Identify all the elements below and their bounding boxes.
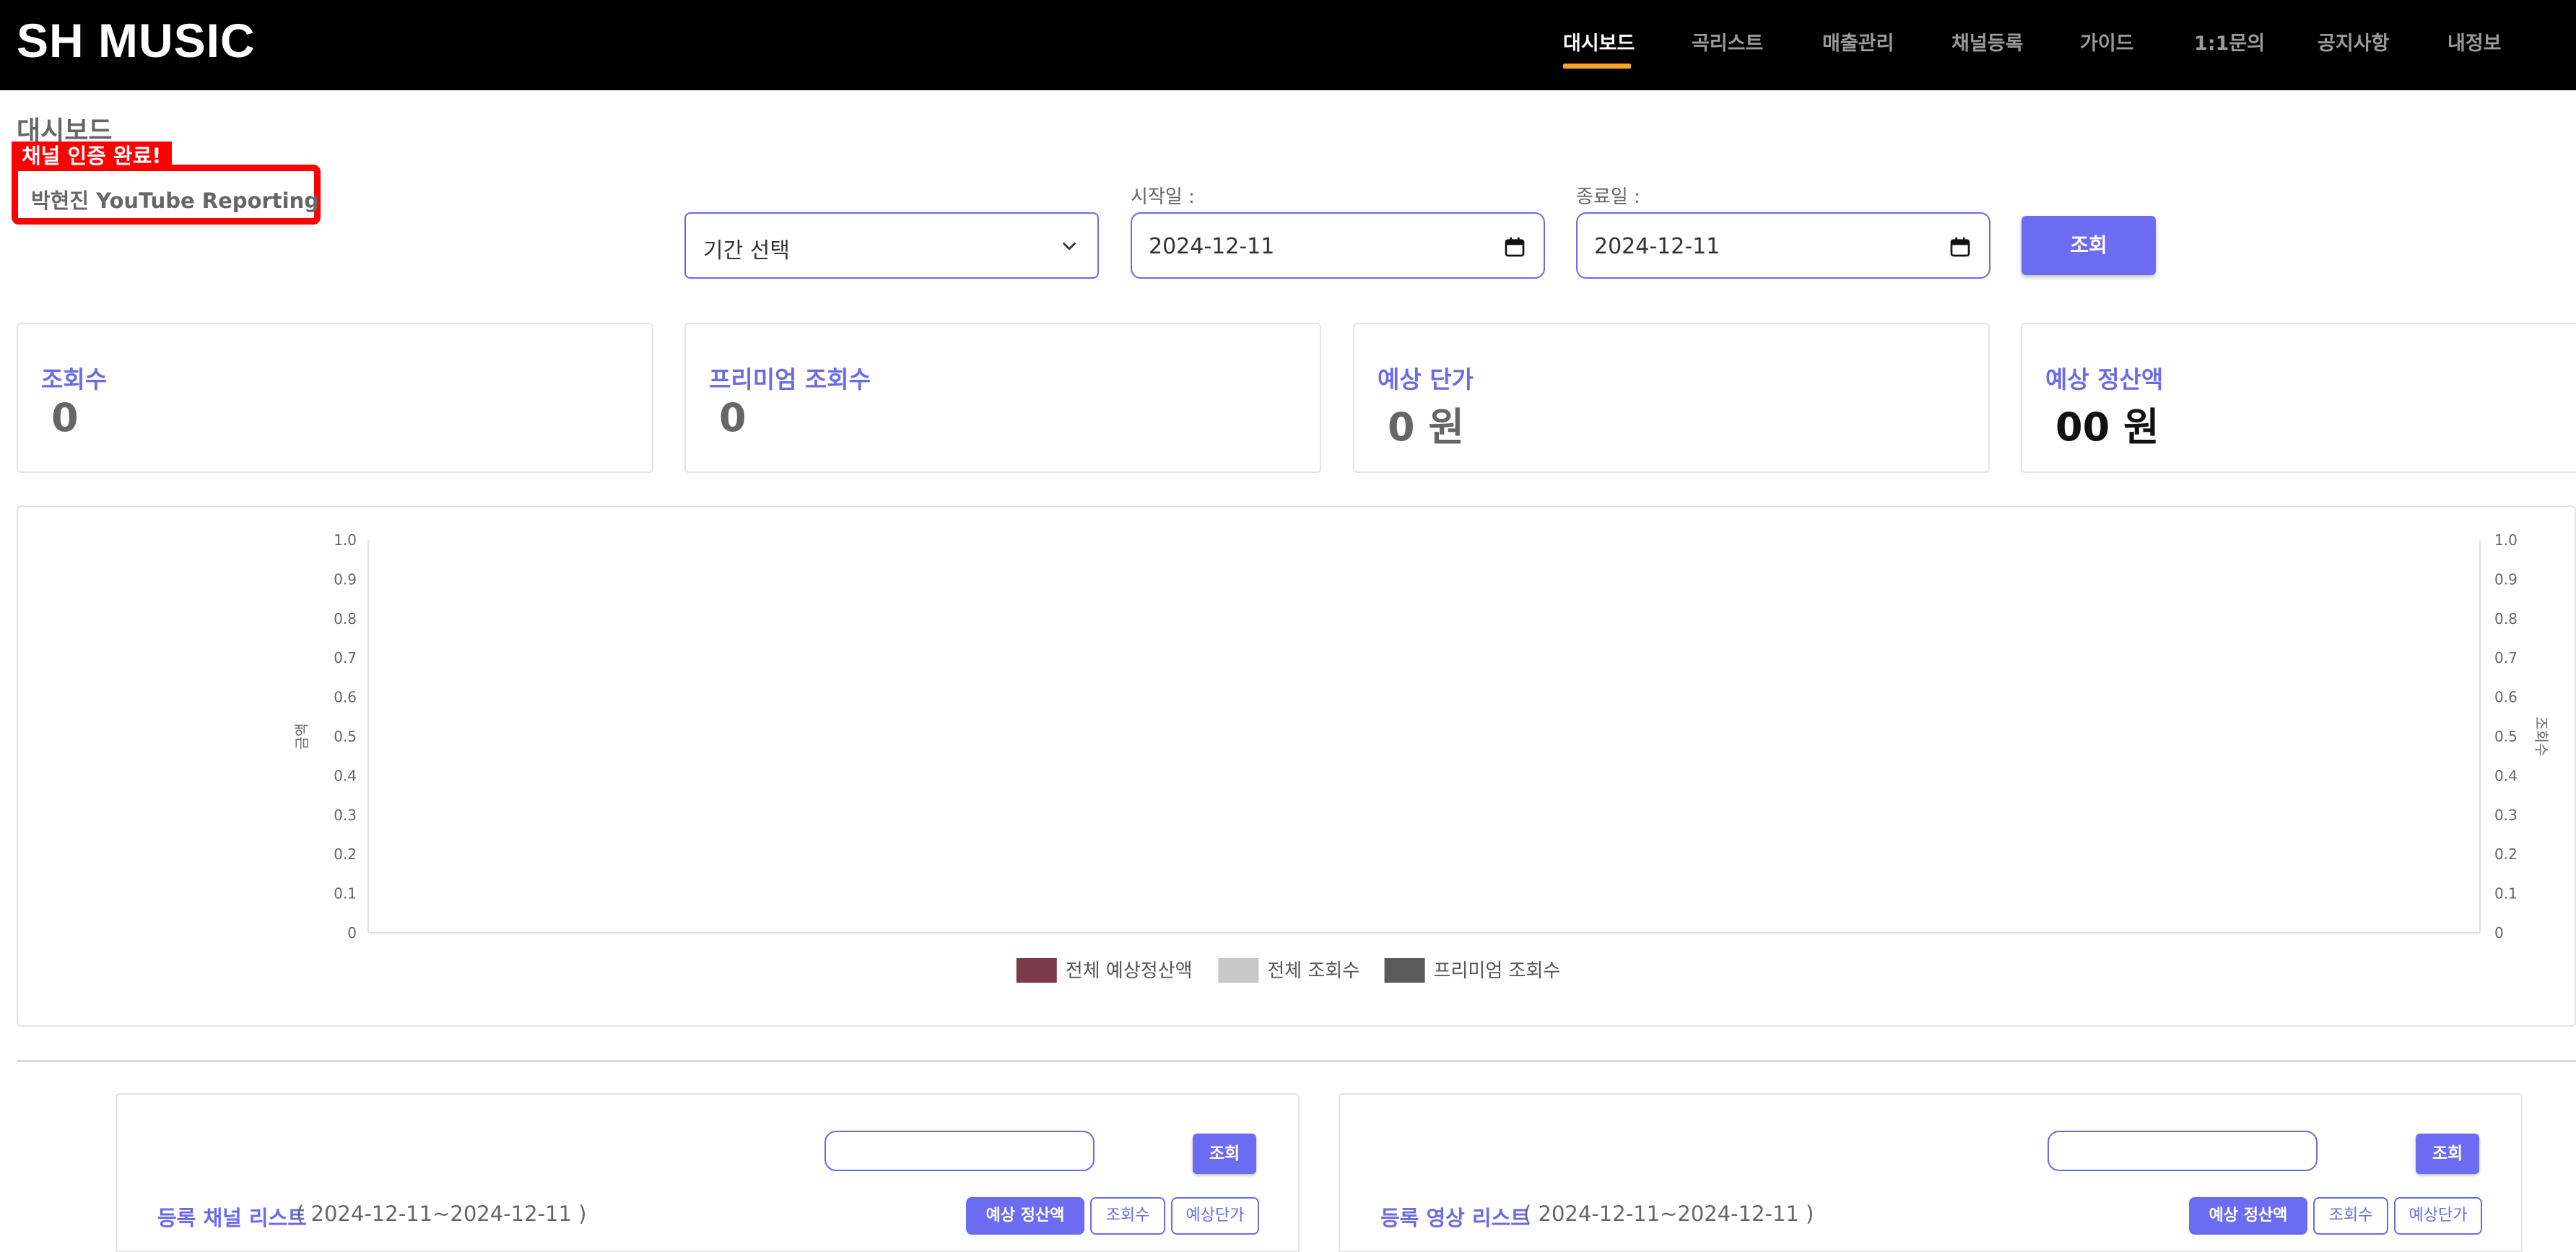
stat-card-premium-views: 프리미엄 조회수 0 [684,323,1321,473]
channel-search-input[interactable] [824,1131,1095,1171]
stat-label: 조회수 [41,365,108,394]
y-tick-label-right: 0.5 [2494,728,2518,745]
y-axis-title-right: 조회수 [2533,716,2550,756]
y-tick-label-right: 0.1 [2494,885,2518,903]
y-tick-label-left: 0.2 [334,845,357,863]
sort-expected-settlement-button[interactable]: 예상 정산액 [2189,1197,2307,1235]
legend-label: 전체 조회수 [1267,960,1359,982]
nav-item-song-list[interactable]: 곡리스트 [1692,27,1763,56]
stat-card-expected-unit-price: 예상 단가 0 원 [1353,323,1990,473]
y-tick-label-left: 0 [347,924,357,942]
revenue-chart-panel: 0 0 0.1 0.1 0.2 0.2 0.3 0.3 0.4 0.4 0.5 0.5 0.6 0.6 0.… [17,505,2576,1027]
revenue-chart: 0 0 0.1 0.1 0.2 0.2 0.3 0.3 0.4 0.4 0.5 0.5 0.6 0.6 0.… [293,531,2550,983]
nav-item-my-info[interactable]: 내정보 [2447,27,2502,56]
video-list-title: 등록 영상 리스트 [1380,1206,1530,1230]
start-date-value: 2024-12-11 [1149,234,1275,259]
video-search-input[interactable] [2048,1131,2318,1171]
y-tick-label-left: 0.3 [334,807,357,824]
video-list-panel: 조회 등록 영상 리스트 ( 2024-12-11~2024-12-11 ) 예… [1339,1093,2523,1252]
y-tick-label-right: 0.6 [2494,689,2518,706]
legend-swatch [1016,958,1057,983]
channel-name: 박현진 YouTube Reporting [31,188,319,213]
calendar-icon[interactable] [1949,235,1972,258]
nav-item-notice[interactable]: 공지사항 [2318,27,2389,56]
channel-info-box: 박현진 YouTube Reporting [12,165,321,225]
legend-swatch [1218,958,1259,983]
sort-expected-settlement-button[interactable]: 예상 정산액 [966,1197,1084,1235]
stat-card-views: 조회수 0 [17,323,653,473]
y-tick-label-left: 0.6 [334,689,357,706]
end-date-input[interactable]: 2024-12-11 [1576,212,1990,279]
stat-label: 예상 정산액 [2045,365,2164,394]
stat-card-expected-settlement: 예상 정산액 00 원 [2021,323,2576,473]
start-date-label: 시작일 : [1131,186,1195,208]
sort-unit-price-button[interactable]: 예상단가 [2394,1197,2482,1235]
stat-value: 00 원 [2055,404,2159,450]
video-search-button[interactable]: 조회 [2416,1134,2479,1174]
end-date-label: 종료일 : [1576,186,1640,208]
y-tick-label-right: 0.9 [2494,570,2518,588]
video-list-range: ( 2024-12-11~2024-12-11 ) [1523,1201,1814,1226]
y-tick-label-right: 1.0 [2494,531,2518,549]
query-button[interactable]: 조회 [2022,216,2156,275]
y-tick-label-right: 0.7 [2494,649,2518,666]
nav-item-guide[interactable]: 가이드 [2080,27,2134,56]
channel-list-range: ( 2024-12-11~2024-12-11 ) [296,1201,587,1226]
stat-value: 0 [51,395,79,440]
y-tick-label-left: 0.4 [334,767,357,784]
stat-label: 프리미엄 조회수 [709,365,871,394]
y-tick-label-left: 0.9 [334,570,357,588]
period-select-value: 기간 선택 [703,238,790,264]
y-tick-label-left: 0.5 [334,728,357,745]
y-tick-label-right: 0.8 [2494,610,2518,627]
nav-item-inquiry[interactable]: 1:1문의 [2194,27,2265,56]
top-navbar: SH MUSIC 대시보드 곡리스트 매출관리 채널등록 가이드 1:1문의 공… [0,0,2576,90]
nav-item-sales[interactable]: 매출관리 [1822,27,1894,56]
y-tick-label-right: 0 [2494,924,2504,942]
section-divider [17,1060,2576,1062]
channel-list-panel: 조회 등록 채널 리스트 ( 2024-12-11~2024-12-11 ) 예… [116,1093,1300,1252]
channel-verified-badge: 채널 인증 완료! [12,142,172,170]
y-tick-label-left: 1.0 [334,531,357,549]
calendar-icon[interactable] [1503,235,1526,258]
y-tick-label-left: 0.8 [334,610,357,627]
y-axis-title-left: 금액 [293,723,310,750]
legend-swatch [1384,958,1425,983]
sort-views-button[interactable]: 조회수 [2313,1197,2388,1235]
end-date-value: 2024-12-11 [1594,234,1720,259]
sort-views-button[interactable]: 조회수 [1090,1197,1165,1235]
nav-active-indicator [1563,64,1631,69]
stat-label: 예상 단가 [1378,365,1474,394]
y-tick-label-left: 0.7 [334,649,357,666]
stat-value: 0 원 [1388,404,1465,450]
y-tick-label-right: 0.4 [2494,767,2518,784]
period-select[interactable]: 기간 선택 [684,212,1099,279]
y-tick-label-right: 0.2 [2494,845,2518,863]
stat-value: 0 [719,395,747,440]
channel-list-title: 등록 채널 리스트 [157,1206,307,1230]
y-tick-label-left: 0.1 [334,885,357,903]
start-date-input[interactable]: 2024-12-11 [1131,212,1545,279]
app-logo[interactable]: SH MUSIC [17,13,256,68]
chevron-down-icon [1063,242,1076,251]
nav-item-channel-register[interactable]: 채널등록 [1951,27,2023,56]
nav-item-dashboard[interactable]: 대시보드 [1563,27,1635,56]
y-tick-label-right: 0.3 [2494,807,2518,824]
sort-unit-price-button[interactable]: 예상단가 [1171,1197,1259,1235]
legend-label: 프리미엄 조회수 [1434,960,1561,982]
legend-label: 전체 예상정산액 [1066,960,1193,982]
channel-search-button[interactable]: 조회 [1193,1134,1256,1174]
